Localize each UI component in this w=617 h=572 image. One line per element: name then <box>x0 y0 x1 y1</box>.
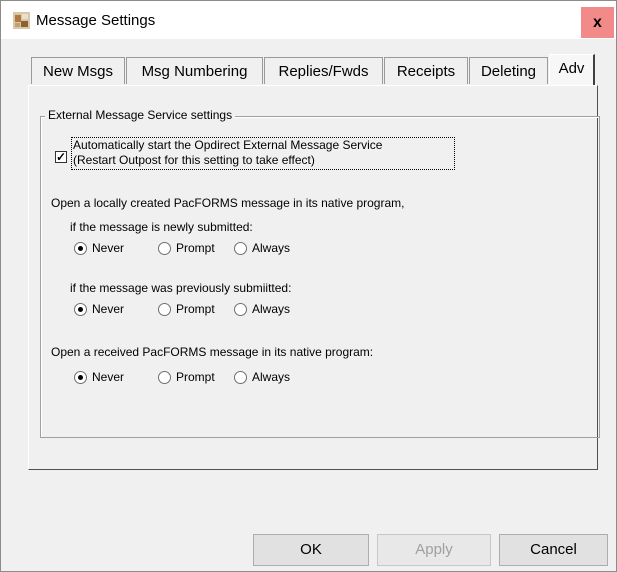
received-never-label[interactable]: Never <box>92 370 124 384</box>
prev-never-label[interactable]: Never <box>92 302 124 316</box>
apply-button[interactable]: Apply <box>377 534 491 566</box>
ok-button[interactable]: OK <box>253 534 369 566</box>
received-pacforms-heading: Open a received PacFORMS message in its … <box>51 345 374 359</box>
new-never-label[interactable]: Never <box>92 241 124 255</box>
restart-note-label[interactable]: (Restart Outpost for this setting to tak… <box>73 153 315 167</box>
auto-start-checkbox[interactable]: ✓ <box>55 151 67 163</box>
new-always-radio[interactable] <box>234 242 247 255</box>
external-message-service-group: External Message Service settings ✓ Auto… <box>40 108 600 438</box>
checkmark-icon: ✓ <box>56 150 67 164</box>
new-prompt-label[interactable]: Prompt <box>176 241 215 255</box>
new-prompt-radio[interactable] <box>158 242 171 255</box>
adv-tab-page: External Message Service settings ✓ Auto… <box>28 85 600 470</box>
close-button[interactable]: x <box>581 7 614 38</box>
newly-submitted-label: if the message is newly submitted: <box>70 220 253 234</box>
tab-adv[interactable]: Adv <box>549 54 595 85</box>
cancel-button[interactable]: Cancel <box>499 534 608 566</box>
new-never-radio[interactable] <box>74 242 87 255</box>
prev-prompt-label[interactable]: Prompt <box>176 302 215 316</box>
prev-never-radio[interactable] <box>74 303 87 316</box>
tab-msg-numbering[interactable]: Msg Numbering <box>126 57 263 84</box>
prev-always-radio[interactable] <box>234 303 247 316</box>
received-prompt-radio[interactable] <box>158 371 171 384</box>
prev-prompt-radio[interactable] <box>158 303 171 316</box>
auto-start-label[interactable]: Automatically start the Opdirect Externa… <box>73 138 382 152</box>
tab-new-msgs[interactable]: New Msgs <box>31 57 125 84</box>
window-title: Message Settings <box>36 12 156 29</box>
received-never-radio[interactable] <box>74 371 87 384</box>
previously-submitted-label: if the message was previously submiitted… <box>70 281 292 295</box>
tab-replies-fwds[interactable]: Replies/Fwds <box>264 57 383 84</box>
message-settings-window: Message Settings x New Msgs Msg Numberin… <box>0 0 617 572</box>
title-bar[interactable]: Message Settings x <box>1 1 616 39</box>
local-pacforms-heading: Open a locally created PacFORMS message … <box>51 196 405 210</box>
close-icon: x <box>593 14 602 31</box>
tab-receipts[interactable]: Receipts <box>384 57 468 84</box>
tab-deleting[interactable]: Deleting <box>469 57 548 84</box>
group-legend: External Message Service settings <box>45 108 236 122</box>
received-prompt-label[interactable]: Prompt <box>176 370 215 384</box>
prev-always-label[interactable]: Always <box>252 302 290 316</box>
outpost-app-icon <box>13 12 30 29</box>
new-always-label[interactable]: Always <box>252 241 290 255</box>
received-always-label[interactable]: Always <box>252 370 290 384</box>
received-always-radio[interactable] <box>234 371 247 384</box>
